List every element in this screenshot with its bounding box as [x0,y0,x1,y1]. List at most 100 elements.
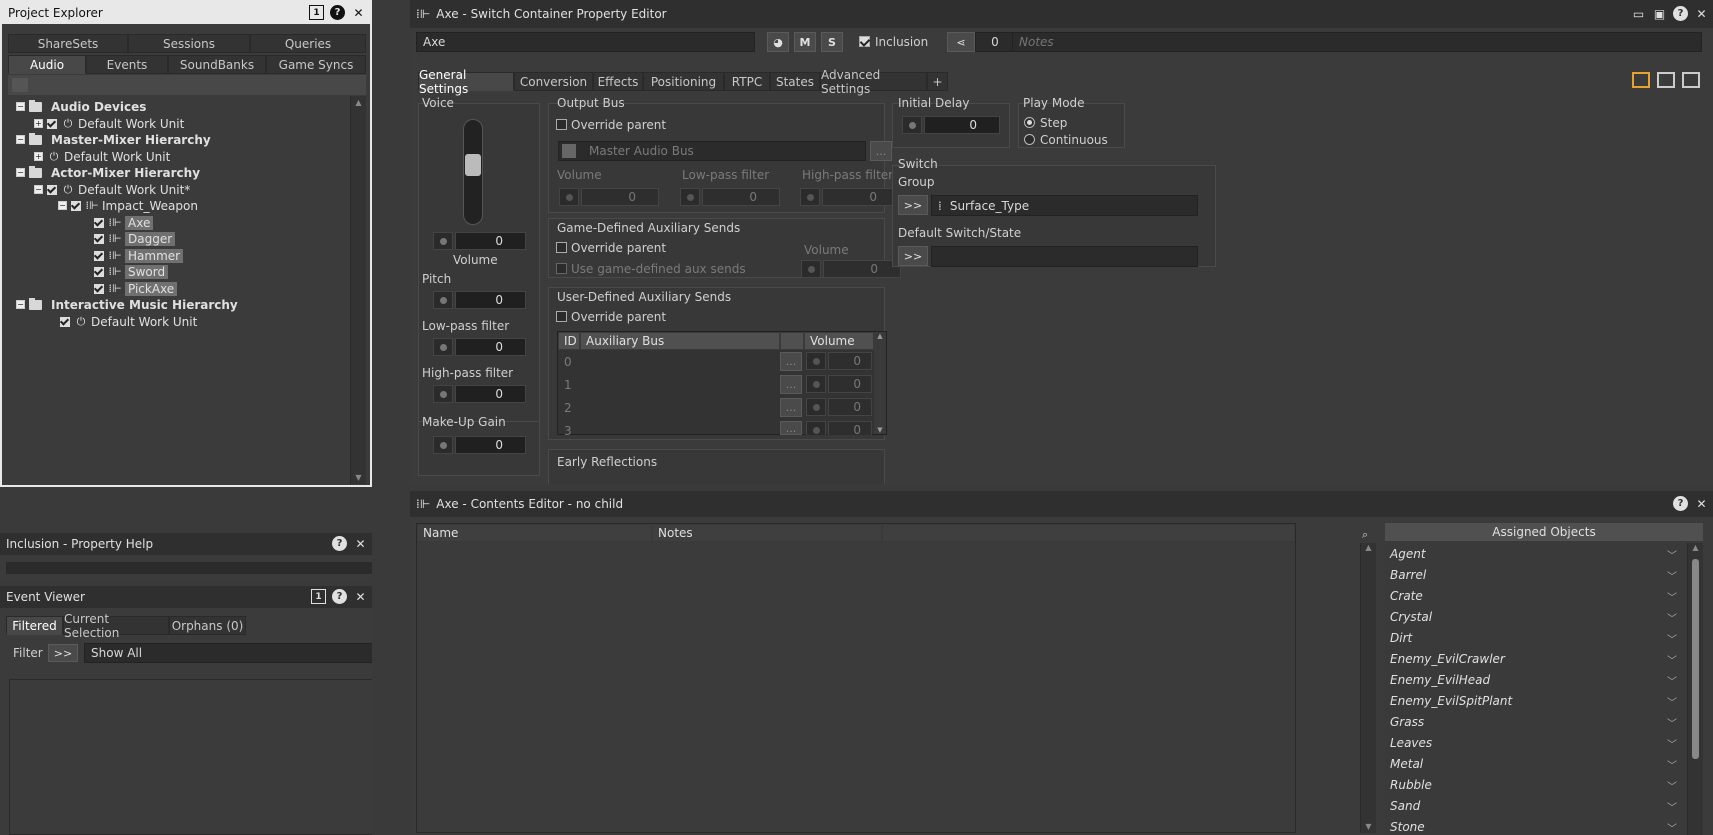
expand-icon[interactable]: + [34,119,43,128]
open-folder-icon[interactable]: ▭ [1631,6,1646,21]
aux-col-bus[interactable]: Auxiliary Bus [580,332,780,350]
pin-icon[interactable]: 1 [311,589,326,604]
scroll-up-icon[interactable]: ▲ [1688,543,1703,552]
close-icon[interactable]: ✕ [353,589,368,604]
chevron-down-icon[interactable]: ﹀ [1667,715,1677,730]
aux-volume-slider[interactable]: 0 [806,375,872,393]
assigned-item[interactable]: Dirt ﹀ [1385,627,1683,648]
knob-icon[interactable] [801,260,821,278]
close-icon[interactable]: ✕ [353,536,368,551]
chevron-down-icon[interactable]: ﹀ [1667,799,1677,814]
scroll-down-icon[interactable]: ▼ [1361,822,1376,831]
chevron-down-icon[interactable]: ﹀ [1667,736,1677,751]
scroll-down-icon[interactable]: ▼ [351,473,366,482]
include-checkbox[interactable] [71,200,81,211]
include-checkbox[interactable] [94,217,104,228]
chevron-down-icon[interactable]: ﹀ [1667,589,1677,604]
collapse-icon[interactable]: − [16,135,25,144]
knob-icon[interactable] [806,352,826,370]
knob-icon[interactable] [800,188,820,206]
include-checkbox[interactable] [47,118,57,129]
assigned-item[interactable]: Enemy_EvilHead ﹀ [1385,669,1683,690]
aux-table-scroll[interactable]: ▲ ▼ [874,332,886,434]
filter-field[interactable]: Show All [84,643,372,663]
scroll-up-icon[interactable]: ▲ [874,332,886,340]
voice-hpf-slider[interactable]: 0 [433,385,526,403]
layout-split-icon[interactable] [1657,72,1675,88]
contents-scrollbar[interactable]: ▲ ▼ [1360,543,1376,833]
layout-stack-icon[interactable] [1682,72,1700,88]
knob-icon[interactable] [559,188,579,206]
tree-row[interactable]: + ⏻ Default Work Unit [34,115,184,132]
tree-row[interactable]: ⁞⊩ PickAxe [94,280,178,297]
tab-game-syncs[interactable]: Game Syncs [266,55,366,74]
tree-row[interactable]: − Interactive Music Hierarchy [16,296,238,313]
inclusion-checkbox[interactable] [859,36,870,47]
volume-slider[interactable]: 0 [433,232,526,250]
knob-icon[interactable] [433,436,453,454]
tree-row[interactable]: ⏻ Default Work Unit [60,313,197,330]
aux-volume-slider[interactable]: 0 [806,421,872,435]
tab-queries[interactable]: Queries [250,34,366,53]
assigned-item[interactable]: Barrel ﹀ [1385,564,1683,585]
close-icon[interactable]: ✕ [1694,6,1709,21]
tree-row[interactable]: − ⏻ Default Work Unit* [34,181,190,198]
play-mode-continuous-radio[interactable] [1024,134,1035,145]
fader-handle[interactable] [465,154,481,176]
chevron-down-icon[interactable]: ﹀ [1667,652,1677,667]
aux-col-volume[interactable]: Volume [804,332,874,350]
include-checkbox[interactable] [94,283,104,294]
aux-browse-button[interactable]: ... [780,398,802,417]
play-mode-step-radio[interactable] [1024,117,1035,128]
tab-advanced-settings[interactable]: Advanced Settings [820,68,927,96]
output-hpf-slider[interactable]: 0 [800,188,900,206]
include-checkbox[interactable] [94,266,104,277]
assigned-item[interactable]: Leaves ﹀ [1385,732,1683,753]
makeup-gain-slider[interactable]: 0 [433,436,526,454]
collapse-icon[interactable]: − [16,102,25,111]
voice-lpf-slider[interactable]: 0 [433,338,526,356]
scroll-up-icon[interactable]: ▲ [351,98,366,107]
game-aux-override-checkbox[interactable] [556,242,567,253]
tab-sharesets[interactable]: ShareSets [8,34,128,53]
chevron-down-icon[interactable]: ﹀ [1667,568,1677,583]
tab-states[interactable]: States [770,72,820,91]
knob-icon[interactable] [680,188,700,206]
collapse-icon[interactable]: − [58,201,67,210]
chevron-down-icon[interactable]: ﹀ [1667,778,1677,793]
initial-delay-slider[interactable]: 0 [902,116,1000,134]
output-bus-browse-button[interactable]: ... [870,141,892,161]
contents-col-notes[interactable]: Notes [652,524,882,542]
knob-icon[interactable] [433,338,453,356]
aux-browse-button[interactable]: ... [780,375,802,394]
collapse-icon[interactable]: − [16,300,25,309]
assigned-scrollbar[interactable]: ▲ [1687,543,1703,835]
tab-sessions[interactable]: Sessions [128,34,250,53]
share-button[interactable]: ⋖ [947,32,975,52]
search-icon[interactable]: ⌕ [1362,528,1368,542]
default-switch-field[interactable] [931,246,1198,267]
tab-effects[interactable]: Effects [593,72,643,91]
tree-row[interactable]: ⁞⊩ Dagger [94,230,176,247]
object-name-field[interactable]: Axe [416,32,755,52]
chevron-down-icon[interactable]: ﹀ [1667,820,1677,835]
knob-icon[interactable] [806,398,826,416]
user-aux-override-checkbox[interactable] [556,311,567,322]
help-icon[interactable]: ? [1673,6,1688,21]
pitch-slider[interactable]: 0 [433,291,526,309]
solo-button[interactable]: S [821,32,843,52]
assigned-item[interactable]: Crate ﹀ [1385,585,1683,606]
game-aux-volume-slider[interactable]: 0 [801,260,901,278]
aux-volume-slider[interactable]: 0 [806,398,872,416]
expand-icon[interactable]: + [34,152,43,161]
output-volume-slider[interactable]: 0 [559,188,659,206]
close-icon[interactable]: ✕ [1694,496,1709,511]
chevron-down-icon[interactable]: ﹀ [1667,757,1677,772]
tab-rtpc[interactable]: RTPC [724,72,770,91]
layout-single-icon[interactable] [1632,72,1650,88]
scroll-down-icon[interactable]: ▼ [874,426,886,434]
switch-group-browse-button[interactable]: >> [898,195,928,215]
tree-row[interactable]: − Actor-Mixer Hierarchy [16,164,200,181]
switch-group-field[interactable]: ⁞ Surface_Type [931,195,1198,216]
aux-volume-slider[interactable]: 0 [806,352,872,370]
